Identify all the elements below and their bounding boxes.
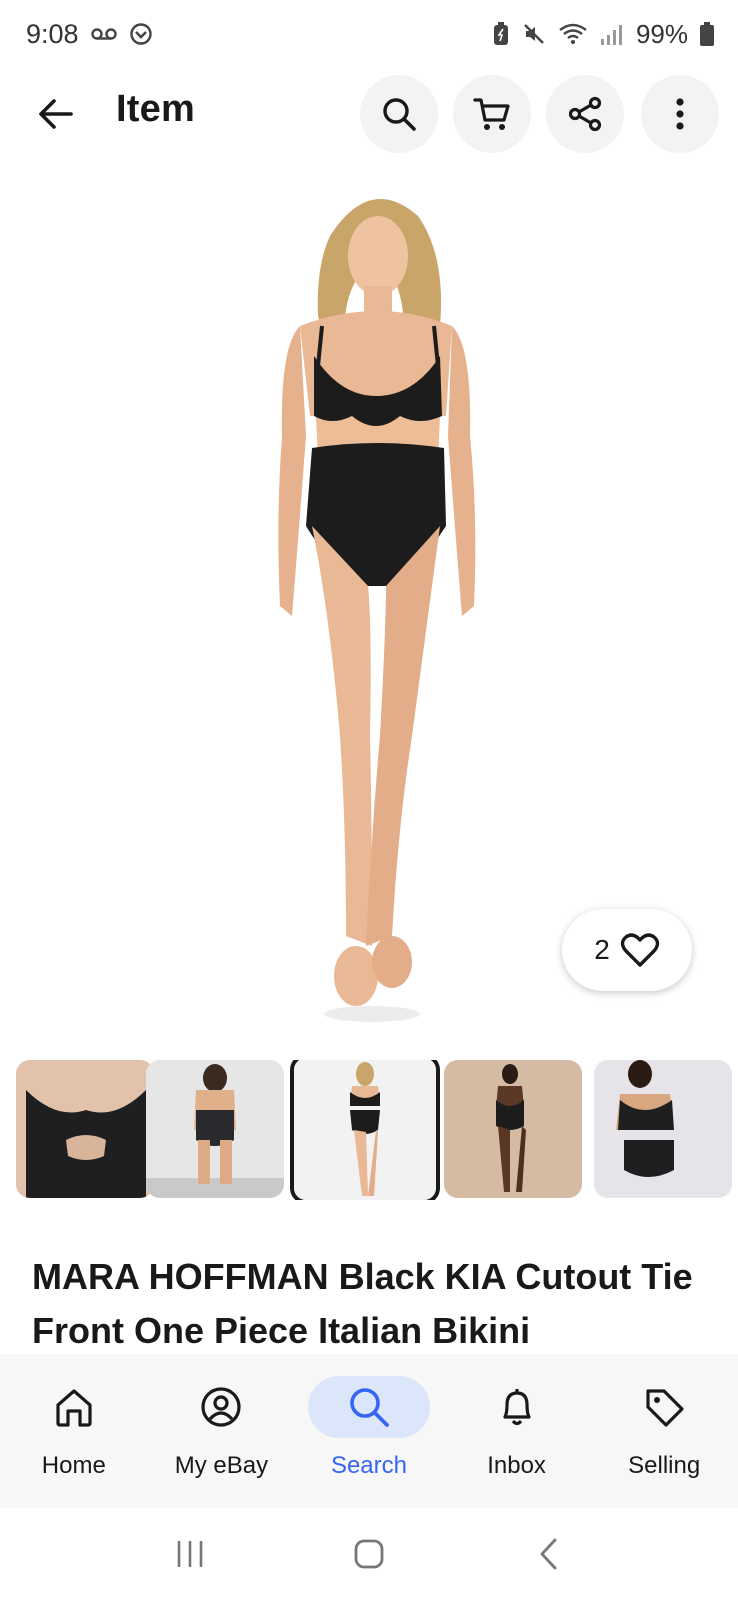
nav-item-selling[interactable]: Selling: [590, 1354, 738, 1508]
page-title: Item: [116, 88, 195, 130]
thumbnail-image: [16, 1060, 154, 1198]
back-system-button[interactable]: [518, 1524, 578, 1584]
account-icon: [201, 1387, 241, 1427]
model-swimsuit-illustration: [278, 199, 476, 1022]
nav-icon-container: [603, 1376, 725, 1438]
thumbnail-image: [294, 1060, 436, 1200]
status-time: 9:08: [26, 18, 79, 49]
search-icon: [383, 98, 416, 131]
nav-label: Selling: [628, 1452, 701, 1479]
item-title: MARA HOFFMAN Black KIA Cutout Tie Front …: [32, 1256, 693, 1351]
thumbnail[interactable]: [146, 1060, 284, 1198]
signal-icon: [600, 23, 624, 45]
watcher-count: 2: [594, 934, 610, 965]
nav-icon-container: [13, 1376, 135, 1438]
cart-button[interactable]: [453, 75, 531, 153]
heart-icon: [620, 933, 659, 967]
thumbnail[interactable]: [594, 1060, 732, 1198]
search-icon: [350, 1388, 389, 1427]
watchlist-button[interactable]: 2: [562, 909, 692, 991]
recent-apps-icon: [177, 1541, 202, 1567]
more-options-button[interactable]: [641, 75, 719, 153]
battery-icon: [700, 22, 714, 46]
arrow-left-icon: [39, 99, 73, 129]
nav-label: Home: [41, 1452, 106, 1479]
share-icon: [568, 96, 602, 132]
product-image[interactable]: [0, 176, 738, 1036]
thumbnail-strip[interactable]: [16, 1060, 738, 1200]
home-system-button[interactable]: [339, 1524, 399, 1584]
sync-icon: [129, 22, 153, 46]
nav-icon-container: [307, 1376, 430, 1438]
wifi-icon: [558, 22, 588, 46]
thumbnail-image: [146, 1060, 284, 1198]
voicemail-icon: [90, 27, 117, 41]
status-right: 99%: [492, 19, 714, 50]
mute-icon: [522, 22, 546, 46]
home-square-icon: [354, 1539, 384, 1569]
thumbnail-image: [444, 1060, 582, 1198]
bottom-navigation: Home My eBay Search Inbox Selling: [0, 1354, 738, 1508]
nav-icon-container: [456, 1376, 578, 1438]
thumbnail[interactable]: [16, 1060, 154, 1198]
nav-item-my-ebay[interactable]: My eBay: [148, 1354, 296, 1508]
share-button[interactable]: [546, 75, 624, 153]
more-vertical-icon: [676, 98, 684, 130]
battery-saver-icon: [492, 22, 510, 46]
search-button[interactable]: [360, 75, 438, 153]
home-icon: [56, 1389, 92, 1427]
nav-item-search[interactable]: Search: [295, 1354, 443, 1508]
thumbnail[interactable]: [444, 1060, 582, 1198]
app-header: Item: [0, 74, 738, 153]
back-button[interactable]: [28, 86, 84, 142]
chevron-left-icon: [540, 1538, 557, 1570]
nav-label: Search: [330, 1452, 407, 1479]
nav-label: Inbox: [487, 1452, 546, 1479]
bell-icon: [502, 1389, 531, 1426]
nav-item-inbox[interactable]: Inbox: [443, 1354, 591, 1508]
nav-label: My eBay: [174, 1452, 269, 1479]
recent-apps-button[interactable]: [160, 1524, 220, 1584]
cart-icon: [473, 98, 510, 130]
nav-item-home[interactable]: Home: [0, 1354, 148, 1508]
battery-percent: 99%: [635, 18, 688, 49]
status-bar: 9:08 99%: [0, 0, 738, 68]
thumbnail-selected[interactable]: [290, 1060, 440, 1200]
status-left: 9:08: [26, 19, 153, 50]
thumbnail-image: [594, 1060, 732, 1198]
tag-icon: [646, 1389, 684, 1427]
system-navigation: [0, 1508, 738, 1600]
nav-icon-container: [160, 1376, 282, 1438]
